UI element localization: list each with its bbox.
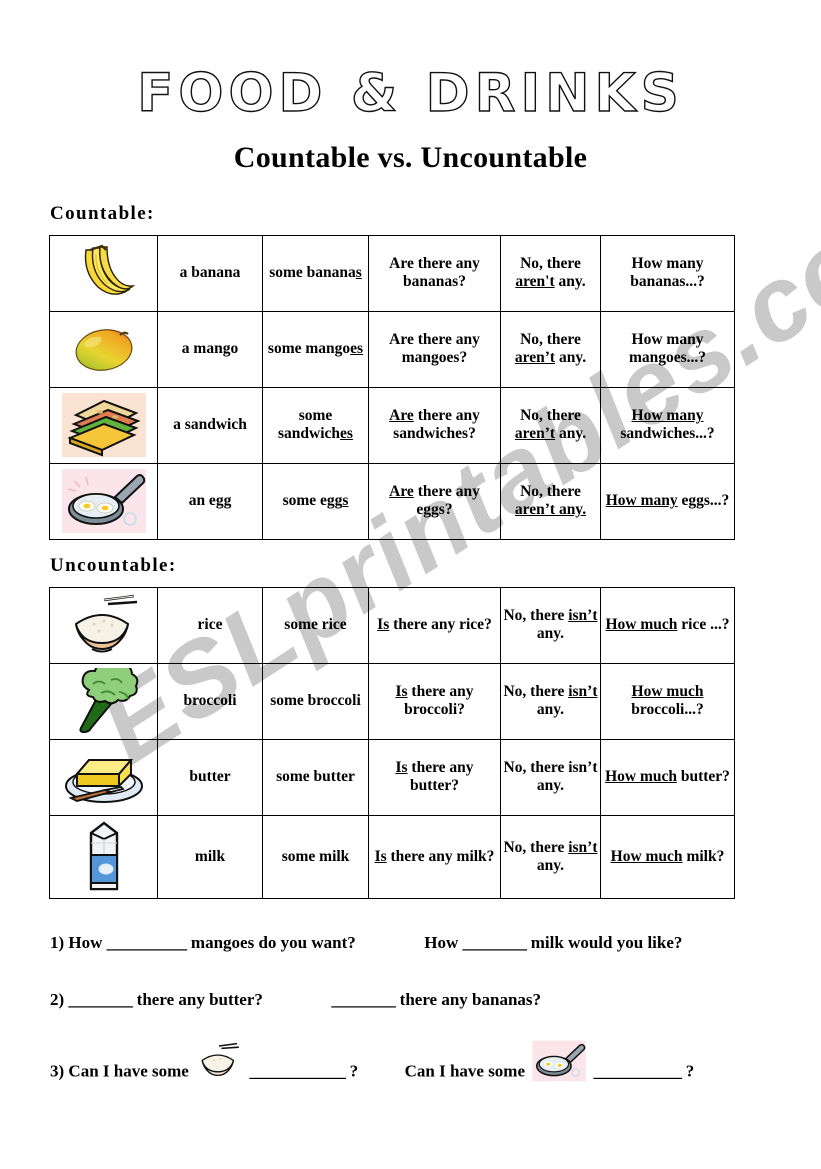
cell-how: How much milk? — [600, 814, 735, 899]
cell-image — [49, 586, 158, 664]
exercise-3-number: 3) — [50, 1061, 65, 1081]
cell-question: Are there any sandwiches? — [368, 386, 501, 464]
cell-singular: a banana — [157, 234, 263, 312]
exercise-3b-post: ? — [685, 1061, 695, 1081]
cell-image — [49, 738, 158, 816]
cell-noun: broccoli — [157, 662, 263, 740]
cell-how: How much broccoli...? — [600, 662, 735, 740]
section-label-countable: Countable: — [50, 202, 155, 224]
cell-noun: butter — [157, 738, 263, 816]
table-row: a banana some bananas Are there any bana… — [49, 234, 735, 312]
exercise-1b-post: milk would you like? — [530, 932, 683, 952]
cell-some: some rice — [262, 586, 369, 664]
worksheet-page: ESLprintables.com FOOD & DRINKS Countabl… — [0, 0, 821, 1169]
page-title: FOOD & DRINKS — [137, 63, 684, 124]
exercise-3a-post: ? — [349, 1061, 359, 1081]
cell-noun: milk — [157, 814, 263, 899]
broccoli-image — [52, 667, 155, 736]
bananas-image — [52, 239, 155, 308]
table-row: rice some rice Is there any rice? No, th… — [49, 586, 735, 664]
exercise-1a-pre: How — [68, 932, 103, 952]
exercise-1a-blank[interactable]: __________ — [107, 933, 188, 952]
cell-image — [49, 234, 158, 312]
table-row: a sandwich some sandwiches Are there any… — [49, 386, 735, 464]
table-row: a mango some mangoes Are there any mango… — [49, 310, 735, 388]
cell-some: some milk — [262, 814, 369, 899]
exercise-3a-blank[interactable]: ____________ — [249, 1061, 346, 1080]
table-row: butter some butter Is there any butter? … — [49, 738, 735, 816]
page-subtitle: Countable vs. Uncountable — [233, 140, 588, 174]
fried-eggs-image — [531, 1039, 587, 1088]
cell-negative: No, there isn’t any. — [500, 738, 601, 816]
cell-negative: No, there aren’t any. — [500, 386, 601, 464]
exercise-2a-post: there any butter? — [136, 989, 263, 1009]
exercise-2a-blank[interactable]: ________ — [68, 990, 133, 1009]
exercise-2b-blank[interactable]: ________ — [331, 990, 396, 1009]
exercise-3b-blank[interactable]: ___________ — [594, 1061, 683, 1080]
table-row: milk some milk Is there any milk? No, th… — [49, 814, 735, 899]
exercise-1: 1) How __________ mangoes do you want? H… — [50, 933, 821, 953]
exercise-2b-post: there any bananas? — [399, 989, 542, 1009]
cell-question: Are there any eggs? — [368, 462, 501, 540]
cell-how: How many bananas...? — [600, 234, 735, 312]
cell-image — [49, 386, 158, 464]
rice-bowl-image — [195, 1042, 243, 1085]
cell-question: Is there any rice? — [368, 586, 501, 664]
cell-question: Are there any bananas? — [368, 234, 501, 312]
cell-image — [49, 310, 158, 388]
fried-eggs-image — [52, 467, 155, 536]
cell-negative: No, there aren't any. — [500, 234, 601, 312]
exercise-1-number: 1) — [50, 932, 65, 952]
milk-carton-image — [52, 819, 155, 895]
cell-question: Are there any mangoes? — [368, 310, 501, 388]
cell-how: How much rice ...? — [600, 586, 735, 664]
cell-singular: an egg — [157, 462, 263, 540]
cell-negative: No, there isn’t any. — [500, 586, 601, 664]
cell-how: How much butter? — [600, 738, 735, 816]
cell-negative: No, there aren’t any. — [500, 462, 601, 540]
butter-image — [52, 743, 155, 812]
exercise-3b-pre: Can I have some — [404, 1061, 526, 1081]
exercise-1b-blank[interactable]: ________ — [463, 933, 528, 952]
rice-bowl-image — [52, 591, 155, 660]
table-row: broccoli some broccoli Is there any broc… — [49, 662, 735, 740]
cell-image — [49, 662, 158, 740]
cell-singular: a mango — [157, 310, 263, 388]
cell-question: Is there any butter? — [368, 738, 501, 816]
cell-question: Is there any broccoli? — [368, 662, 501, 740]
sandwich-image — [52, 391, 155, 460]
cell-plural: some mangoes — [262, 310, 369, 388]
exercise-1b-pre: How — [424, 932, 459, 952]
cell-negative: No, there aren’t any. — [500, 310, 601, 388]
cell-some: some butter — [262, 738, 369, 816]
mango-image — [52, 315, 155, 384]
cell-image — [49, 814, 158, 899]
exercise-3a-pre: Can I have some — [68, 1061, 189, 1081]
cell-negative: No, there isn’t any. — [500, 662, 601, 740]
cell-plural: some bananas — [262, 234, 369, 312]
cell-plural: some eggs — [262, 462, 369, 540]
cell-question: Is there any milk? — [368, 814, 501, 899]
table-row: an egg some eggs Are there any eggs? No,… — [49, 462, 735, 540]
cell-singular: a sandwich — [157, 386, 263, 464]
exercise-2-number: 2) — [50, 989, 65, 1009]
cell-plural: some sandwiches — [262, 386, 369, 464]
cell-how: How many mangoes...? — [600, 310, 735, 388]
cell-image — [49, 462, 158, 540]
cell-how: How many sandwiches...? — [600, 386, 735, 464]
exercise-1a-post: mangoes do you want? — [190, 932, 356, 952]
cell-negative: No, there isn’t any. — [500, 814, 601, 899]
cell-noun: rice — [157, 586, 263, 664]
cell-how: How many eggs...? — [600, 462, 735, 540]
countable-table: a banana some bananas Are there any bana… — [49, 234, 735, 540]
exercise-2: 2) ________ there any butter? ________ t… — [50, 990, 821, 1010]
exercise-3: 3) Can I have some ____________ ? Can I … — [50, 1040, 821, 1097]
uncountable-table: rice some rice Is there any rice? No, th… — [49, 586, 735, 899]
cell-some: some broccoli — [262, 662, 369, 740]
section-label-uncountable: Uncountable: — [50, 554, 177, 576]
